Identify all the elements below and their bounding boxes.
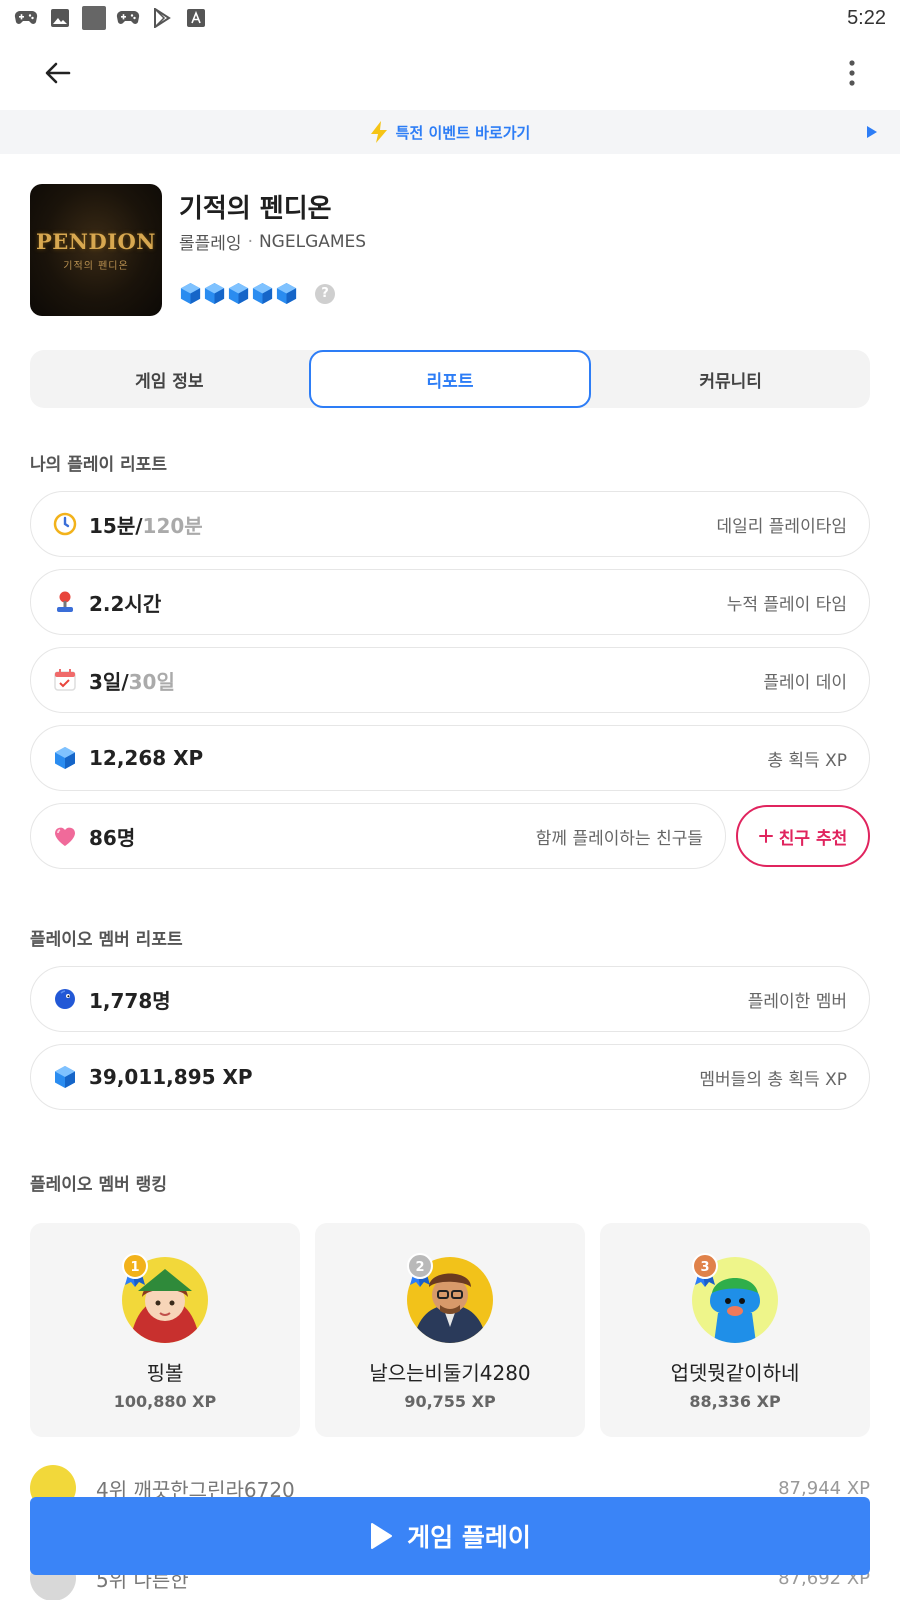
svg-text:2: 2 [415, 1260, 424, 1275]
gold-medal-icon: 1 [121, 1253, 149, 1287]
daily-playtime-row: 15분/120분 데일리 플레이타임 [30, 491, 870, 557]
joystick-icon [53, 590, 77, 614]
total-xp-label: 총 획득 XP [767, 750, 847, 771]
ranking-title: 플레이오 멤버 랭킹 [30, 1175, 167, 1195]
play-game-button[interactable]: 게임 플레이 [30, 1497, 870, 1575]
total-xp-row: 12,268 XP 총 획득 XP [30, 725, 870, 791]
total-xp-value: 12,268 XP [89, 746, 204, 770]
clock-icon [53, 512, 77, 536]
play-game-label: 게임 플레이 [407, 1523, 531, 1552]
members-value: 1,778명 [89, 988, 171, 1013]
daily-playtime-max: 120분 [142, 513, 203, 538]
gem-icon [276, 282, 297, 305]
promo-banner[interactable]: 특전 이벤트 바로가기 [0, 110, 900, 154]
game-genre: 롤플레잉 [179, 234, 242, 254]
gem-icon [53, 1065, 77, 1089]
game-developer: NGELGAMES [258, 231, 367, 252]
total-playtime-value: 2.2시간 [89, 591, 162, 616]
friends-row: 86명 함께 플레이하는 친구들 [30, 803, 726, 869]
ranking-list-xp: 87,944 XP [778, 1477, 870, 1499]
status-time: 5:22 [847, 6, 886, 29]
gem-icon [228, 282, 249, 305]
daily-playtime-label: 데일리 플레이타임 [716, 516, 847, 537]
rank-name: 업뎃뭣같이하네 [670, 1361, 800, 1385]
days-slash: / [121, 669, 129, 694]
gamepad-icon [14, 7, 38, 29]
gamepad-icon [116, 7, 140, 29]
rank-xp: 88,336 XP [689, 1392, 781, 1411]
total-playtime-row: 2.2시간 누적 플레이 타임 [30, 569, 870, 635]
rank-xp: 90,755 XP [404, 1392, 496, 1411]
gem-icon [252, 282, 273, 305]
svg-text:3: 3 [700, 1260, 709, 1275]
rating-help-icon[interactable]: ? [315, 283, 335, 304]
top-toolbar [0, 36, 900, 110]
tab-bar: 게임 정보 리포트 커뮤니티 [30, 350, 870, 408]
more-vert-icon [849, 60, 855, 86]
calendar-icon [53, 668, 77, 692]
lightning-icon [370, 121, 387, 143]
game-meta: 롤플레잉 · NGELGAMES [179, 229, 367, 255]
gem-icon [53, 746, 77, 770]
promo-text: 특전 이벤트 바로가기 [395, 123, 531, 142]
game-title: 기적의 펜디온 [179, 194, 332, 224]
bronze-medal-icon: 3 [691, 1253, 719, 1287]
top-ranking-cards: 1 핑볼 100,880 XP 2 날으는비둘기4280 90,755 XP 3… [0, 1223, 900, 1437]
members-xp-value: 39,011,895 XP [89, 1065, 253, 1089]
tab-report[interactable]: 리포트 [308, 350, 592, 408]
play-days-label: 플레이 데이 [763, 672, 847, 693]
back-arrow-icon [45, 62, 71, 84]
members-xp-row: 39,011,895 XP 멤버들의 총 획득 XP [30, 1044, 870, 1110]
game-info: 기적의 펜디온 롤플레잉 · NGELGAMES ? [179, 184, 366, 350]
gem-icon [180, 282, 201, 305]
friends-label: 함께 플레이하는 친구들 [535, 828, 703, 849]
play-store-icon [150, 7, 174, 29]
logo-subtitle: 기적의 펜디온 [63, 260, 129, 272]
gem-rating: ? [179, 282, 366, 305]
rank-name: 핑볼 [146, 1361, 184, 1385]
notification-icons [14, 6, 208, 30]
play-days-max: 30일 [128, 669, 175, 694]
rank-card-3[interactable]: 3 업뎃뭣같이하네 88,336 XP [600, 1223, 870, 1437]
meta-separator: · [247, 231, 253, 252]
back-button[interactable] [40, 55, 76, 91]
image-icon [48, 7, 72, 29]
members-row: 1,778명 플레이한 멤버 [30, 966, 870, 1032]
friends-wrap: 86명 함께 플레이하는 친구들 친구 추천 [30, 803, 870, 869]
play-triangle-icon [867, 126, 877, 138]
tab-community[interactable]: 커뮤니티 [591, 350, 870, 408]
silver-medal-icon: 2 [406, 1253, 434, 1287]
heart-icon [53, 824, 77, 848]
total-playtime-label: 누적 플레이 타임 [726, 594, 847, 615]
game-header: PENDION 기적의 펜디온 기적의 펜디온 롤플레잉 · NGELGAMES… [0, 154, 900, 350]
font-a-icon [184, 7, 208, 29]
play-days-value: 3일 [89, 669, 122, 694]
logo-title: PENDION [35, 228, 156, 254]
members-label: 플레이한 멤버 [747, 991, 847, 1012]
plus-icon [758, 829, 773, 843]
daily-playtime-value: 15분 [89, 513, 136, 538]
rank-card-1[interactable]: 1 핑볼 100,880 XP [30, 1223, 300, 1437]
more-options-button[interactable] [834, 55, 870, 91]
recommend-friend-label: 친구 추천 [778, 828, 848, 849]
app-square-icon [82, 6, 106, 30]
rank-card-2[interactable]: 2 날으는비둘기4280 90,755 XP [315, 1223, 585, 1437]
status-bar: 5:22 [0, 0, 900, 36]
tab-game-info[interactable]: 게임 정보 [30, 350, 309, 408]
rank-xp: 100,880 XP [113, 1392, 217, 1411]
daily-slash: / [135, 513, 143, 538]
friends-value: 86명 [89, 825, 136, 850]
my-report-title: 나의 플레이 리포트 [30, 455, 167, 475]
recommend-friend-button[interactable]: 친구 추천 [736, 805, 870, 867]
member-ball-icon [53, 987, 77, 1011]
rank-name: 날으는비둘기4280 [369, 1361, 531, 1385]
members-xp-label: 멤버들의 총 획득 XP [699, 1069, 847, 1090]
play-icon [371, 1523, 393, 1549]
gem-icon [204, 282, 225, 305]
play-days-row: 3일/30일 플레이 데이 [30, 647, 870, 713]
svg-text:1: 1 [130, 1260, 139, 1275]
member-report-title: 플레이오 멤버 리포트 [30, 930, 183, 950]
game-logo: PENDION 기적의 펜디온 [30, 184, 162, 316]
